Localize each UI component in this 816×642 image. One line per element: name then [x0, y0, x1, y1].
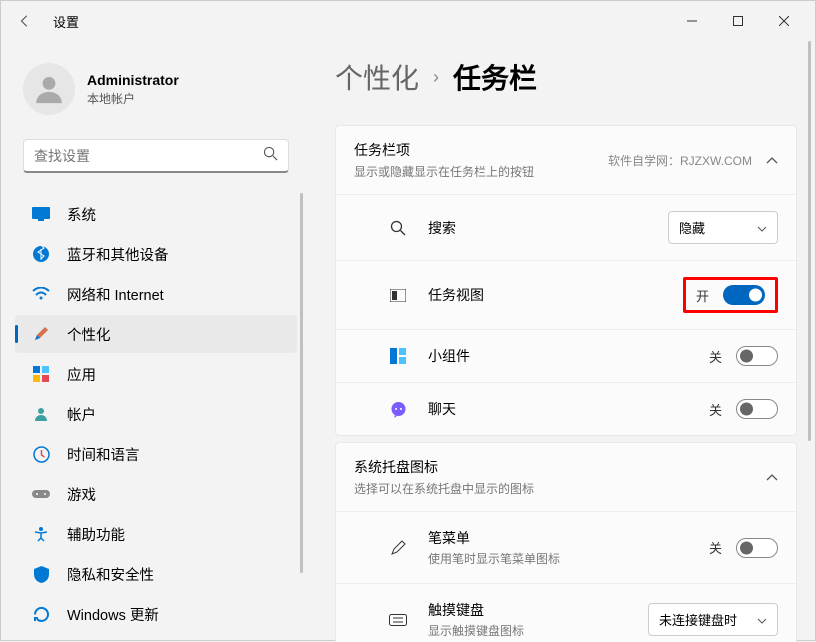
- sidebar: Administrator 本地帐户 系统 蓝牙和其他设备 网络和 Intern…: [1, 41, 307, 642]
- close-button[interactable]: [761, 5, 807, 37]
- widgets-toggle[interactable]: [736, 346, 778, 366]
- nav-item-privacy[interactable]: 隐私和安全性: [15, 555, 297, 593]
- search-visibility-dropdown[interactable]: 隐藏: [668, 211, 778, 244]
- content-scrollbar[interactable]: [808, 41, 811, 441]
- nav-item-bluetooth[interactable]: 蓝牙和其他设备: [15, 235, 297, 273]
- wifi-icon: [31, 284, 51, 304]
- maximize-button[interactable]: [715, 5, 761, 37]
- back-button[interactable]: [9, 5, 41, 37]
- user-account-type: 本地帐户: [87, 90, 179, 107]
- section-header-system-tray[interactable]: 系统托盘图标 选择可以在系统托盘中显示的图标: [336, 443, 796, 511]
- nav-item-system[interactable]: 系统: [15, 195, 297, 233]
- pen-icon: [388, 538, 408, 558]
- nav-item-windows-update[interactable]: Windows 更新: [15, 595, 297, 633]
- nav-item-accessibility[interactable]: 辅助功能: [15, 515, 297, 553]
- page-title: 任务栏: [453, 57, 537, 97]
- nav-item-network[interactable]: 网络和 Internet: [15, 275, 297, 313]
- chevron-up-icon: [766, 468, 778, 486]
- search-input[interactable]: [34, 148, 263, 164]
- apps-icon: [31, 364, 51, 384]
- person-icon: [31, 404, 51, 424]
- system-icon: [31, 204, 51, 224]
- shield-icon: [31, 564, 51, 584]
- touch-keyboard-dropdown[interactable]: 未连接键盘时: [648, 603, 778, 636]
- accessibility-icon: [31, 524, 51, 544]
- gamepad-icon: [31, 484, 51, 504]
- taskview-control-highlight: 开: [683, 277, 778, 313]
- nav-item-apps[interactable]: 应用: [15, 355, 297, 393]
- titlebar: 设置: [1, 1, 815, 41]
- setting-row-search: 搜索 隐藏: [336, 194, 796, 260]
- watermark-text: 软件自学网：RJZXW.COM: [608, 152, 752, 169]
- chevron-up-icon: [766, 151, 778, 169]
- nav-item-gaming[interactable]: 游戏: [15, 475, 297, 513]
- section-header-taskbar-items[interactable]: 任务栏项 显示或隐藏显示在任务栏上的按钮 软件自学网：RJZXW.COM: [336, 126, 796, 194]
- search-icon: [388, 218, 408, 238]
- taskview-icon: [388, 285, 408, 305]
- window-controls: [669, 5, 807, 37]
- system-tray-section: 系统托盘图标 选择可以在系统托盘中显示的图标 笔菜单 使用笔时显示笔菜单图标 关: [335, 442, 797, 642]
- sidebar-scrollbar[interactable]: [300, 193, 303, 573]
- content-area: 个性化 › 任务栏 任务栏项 显示或隐藏显示在任务栏上的按钮 软件自学网：RJZ…: [307, 41, 815, 642]
- widgets-icon: [388, 346, 408, 366]
- search-icon: [263, 146, 278, 166]
- breadcrumb-parent[interactable]: 个性化: [335, 57, 419, 97]
- brush-icon: [31, 324, 51, 344]
- user-section[interactable]: Administrator 本地帐户: [9, 49, 307, 139]
- nav-list: 系统 蓝牙和其他设备 网络和 Internet 个性化 应用 帐户: [9, 193, 307, 642]
- breadcrumb: 个性化 › 任务栏: [335, 57, 797, 97]
- chat-toggle[interactable]: [736, 399, 778, 419]
- update-icon: [31, 604, 51, 624]
- keyboard-icon: [388, 610, 408, 630]
- setting-row-widgets: 小组件 关: [336, 329, 796, 382]
- setting-row-chat: 聊天 关: [336, 382, 796, 435]
- window-title: 设置: [53, 12, 79, 31]
- nav-item-accounts[interactable]: 帐户: [15, 395, 297, 433]
- chat-icon: [388, 399, 408, 419]
- taskview-toggle[interactable]: [723, 285, 765, 305]
- pen-menu-toggle[interactable]: [736, 538, 778, 558]
- chevron-down-icon: [757, 612, 767, 627]
- clock-icon: [31, 444, 51, 464]
- setting-row-taskview: 任务视图 开: [336, 260, 796, 329]
- setting-row-pen-menu: 笔菜单 使用笔时显示笔菜单图标 关: [336, 511, 796, 583]
- minimize-button[interactable]: [669, 5, 715, 37]
- setting-row-touch-keyboard: 触摸键盘 显示触摸键盘图标 未连接键盘时: [336, 583, 796, 642]
- nav-item-personalization[interactable]: 个性化: [15, 315, 297, 353]
- chevron-down-icon: [757, 220, 767, 235]
- bluetooth-icon: [31, 244, 51, 264]
- chevron-right-icon: ›: [433, 67, 439, 88]
- search-box[interactable]: [23, 139, 289, 173]
- nav-item-time-language[interactable]: 时间和语言: [15, 435, 297, 473]
- taskbar-items-section: 任务栏项 显示或隐藏显示在任务栏上的按钮 软件自学网：RJZXW.COM 搜索 …: [335, 125, 797, 436]
- avatar: [23, 63, 75, 115]
- user-name: Administrator: [87, 72, 179, 88]
